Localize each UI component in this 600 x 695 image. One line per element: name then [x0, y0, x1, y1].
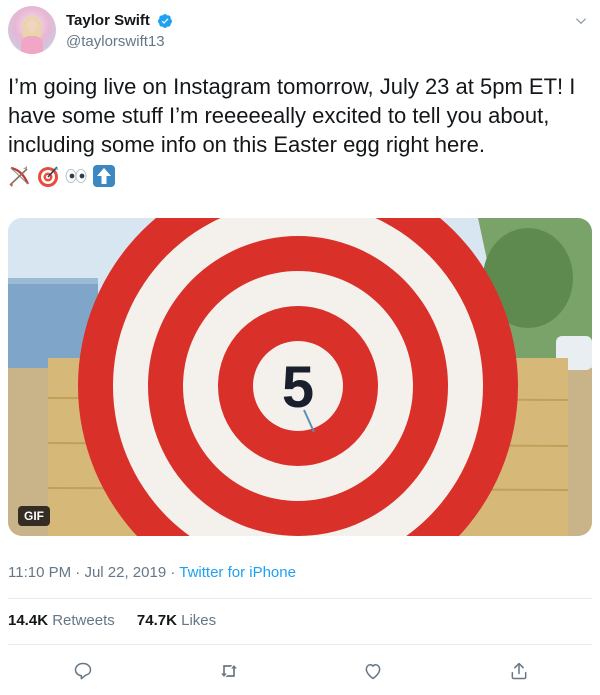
meta-separator: ·: [71, 564, 85, 581]
retweets-count: 14.4K: [8, 612, 49, 629]
retweets-stat[interactable]: 14.4K Retweets: [8, 612, 115, 629]
tweet-source-link[interactable]: Twitter for iPhone: [179, 564, 296, 581]
tweet-timestamp: 11:10 PM · Jul 22, 2019 · Twitter for iP…: [8, 564, 296, 581]
reply-icon: [74, 662, 92, 680]
like-button[interactable]: [360, 658, 386, 684]
meta-separator-2: ·: [166, 564, 180, 581]
reply-button[interactable]: [70, 658, 96, 684]
tweet-stats: 14.4K Retweets 74.7K Likes: [8, 612, 234, 629]
tweet-date[interactable]: Jul 22, 2019: [84, 564, 166, 581]
like-icon: [365, 664, 381, 680]
share-icon: [511, 662, 527, 680]
retweet-icon: [221, 665, 237, 677]
user-names: Taylor Swift @taylorswift13: [66, 12, 173, 50]
tweet-time[interactable]: 11:10 PM: [8, 564, 71, 581]
eyes-icon: [65, 169, 87, 183]
up-arrow-icon: [93, 165, 115, 187]
tweet-header: Taylor Swift @taylorswift13: [8, 6, 592, 56]
likes-stat[interactable]: 74.7K Likes: [137, 612, 216, 629]
tweet-card[interactable]: Taylor Swift @taylorswift13 I’m going li…: [0, 0, 600, 695]
divider: [8, 644, 592, 645]
gif-badge: GIF: [18, 506, 50, 526]
divider: [8, 598, 592, 599]
gif-media[interactable]: 5 GIF: [8, 218, 592, 536]
likes-label: Likes: [181, 612, 217, 629]
likes-count: 74.7K: [136, 612, 177, 629]
retweet-button[interactable]: [216, 658, 242, 684]
retweets-label: Retweets: [52, 612, 115, 629]
emoji-row: [8, 162, 116, 190]
target-number: 5: [282, 355, 314, 420]
tweet-actions: [8, 658, 592, 686]
direct-hit-icon: [38, 166, 58, 187]
archery-target-image: 5: [8, 218, 592, 536]
tweet-text: I’m going live on Instagram tomorrow, Ju…: [8, 74, 576, 157]
share-button[interactable]: [506, 658, 532, 684]
verified-badge-icon: [158, 13, 173, 28]
display-name[interactable]: Taylor Swift: [66, 12, 150, 29]
avatar[interactable]: [8, 6, 56, 54]
bow-and-arrow-icon: [9, 166, 30, 187]
user-handle[interactable]: @taylorswift13: [66, 33, 173, 50]
chevron-down-icon[interactable]: [574, 14, 588, 28]
